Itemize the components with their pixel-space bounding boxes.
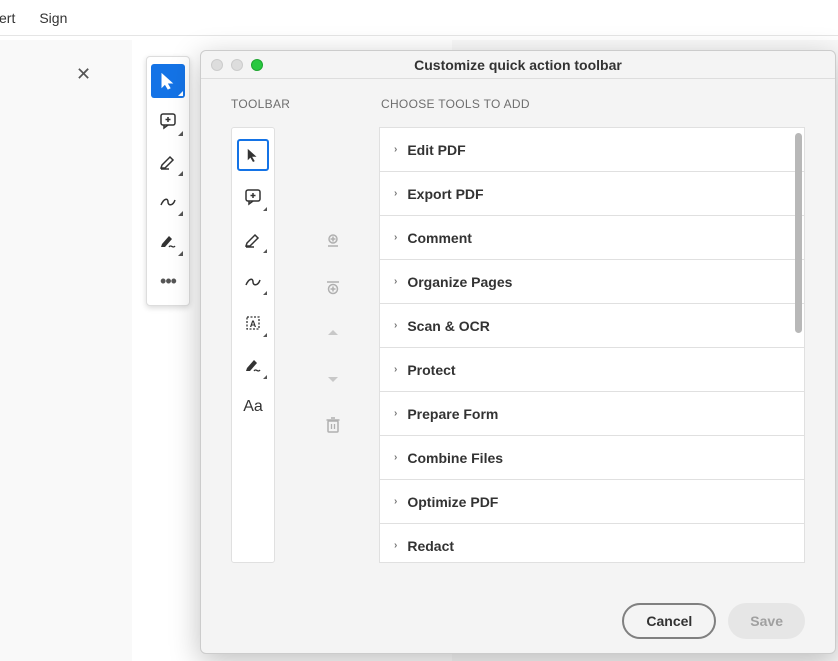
tool-comment[interactable]: › Comment [380,216,804,260]
draw-icon [159,192,177,210]
text-aa-icon: Aa [243,398,263,416]
add-divider-button[interactable] [319,273,347,301]
cursor-icon [160,72,176,90]
menu-convert[interactable]: vert [0,10,15,26]
tool-optimize-pdf[interactable]: › Optimize PDF [380,480,804,524]
window-minimize-button[interactable] [231,59,243,71]
chevron-right-icon: › [394,364,397,375]
chevron-right-icon: › [394,232,397,243]
add-circle-icon [324,278,342,296]
tool-label: Scan & OCR [407,318,489,334]
chevron-down-icon [327,375,339,383]
delete-button[interactable] [319,411,347,439]
chevron-right-icon: › [394,276,397,287]
toolbar-item-sign[interactable] [237,349,269,381]
toolbar-item-add-comment[interactable] [237,181,269,213]
tool-export-pdf[interactable]: › Export PDF [380,172,804,216]
svg-text:A: A [250,319,257,329]
draw-icon [244,272,262,290]
menu-sign[interactable]: Sign [39,10,67,26]
toolbar-item-text-select[interactable]: A [237,307,269,339]
section-label-choose: CHOOSE TOOLS TO ADD [381,97,530,111]
tool-label: Comment [407,230,472,246]
more-icon: ••• [160,271,176,292]
tool-protect[interactable]: › Protect [380,348,804,392]
window-close-button[interactable] [211,59,223,71]
tool-list-container: › Edit PDF › Export PDF › Comment › Organize… [379,127,805,585]
section-label-toolbar: TOOLBAR [231,97,381,111]
available-tools-list[interactable]: › Edit PDF › Export PDF › Comment › Organize… [379,127,805,563]
chevron-up-icon [327,329,339,337]
tool-label: Combine Files [407,450,503,466]
toolbar-item-text[interactable]: Aa [237,391,269,423]
dialog-footer: Cancel Save [231,585,805,639]
save-button[interactable]: Save [728,603,805,639]
tool-more[interactable]: ••• [151,264,185,298]
dialog-titlebar: Customize quick action toolbar [201,51,835,79]
tool-add-comment[interactable] [151,104,185,138]
quick-action-toolbar: ••• [146,56,190,306]
cancel-button[interactable]: Cancel [622,603,716,639]
chevron-right-icon: › [394,188,397,199]
tool-label: Export PDF [407,186,483,202]
move-up-button[interactable] [319,319,347,347]
window-controls [211,59,263,71]
chevron-right-icon: › [394,144,397,155]
tool-sign[interactable] [151,224,185,258]
tool-label: Organize Pages [407,274,512,290]
toolbar-item-highlight[interactable] [237,223,269,255]
current-toolbar-list: A Aa [231,127,275,563]
text-select-icon: A [244,314,262,332]
add-comment-icon [159,112,177,130]
tool-label: Edit PDF [407,142,465,158]
chevron-right-icon: › [394,320,397,331]
tool-prepare-form[interactable]: › Prepare Form [380,392,804,436]
tool-cursor[interactable] [151,64,185,98]
chevron-right-icon: › [394,540,397,551]
sign-icon [244,356,262,374]
tool-label: Optimize PDF [407,494,498,510]
add-stamp-icon [324,232,342,250]
tool-scan-ocr[interactable]: › Scan & OCR [380,304,804,348]
chevron-right-icon: › [394,496,397,507]
trash-icon [325,416,341,434]
tool-edit-pdf[interactable]: › Edit PDF [380,128,804,172]
close-icon[interactable]: ✕ [76,64,91,85]
top-menu: vert Sign [0,0,838,36]
dialog-body: TOOLBAR CHOOSE TOOLS TO ADD [201,79,835,653]
tool-redact[interactable]: › Redact [380,524,804,563]
toolbar-item-draw[interactable] [237,265,269,297]
tool-label: Redact [407,538,454,554]
customize-toolbar-dialog: Customize quick action toolbar TOOLBAR C… [200,50,836,654]
window-zoom-button[interactable] [251,59,263,71]
highlight-icon [159,152,177,170]
chevron-right-icon: › [394,452,397,463]
tool-combine-files[interactable]: › Combine Files [380,436,804,480]
tool-highlight[interactable] [151,144,185,178]
chevron-right-icon: › [394,408,397,419]
toolbar-item-cursor[interactable] [237,139,269,171]
dialog-title: Customize quick action toolbar [201,57,835,73]
tool-label: Prepare Form [407,406,498,422]
move-down-button[interactable] [319,365,347,393]
tool-draw[interactable] [151,184,185,218]
add-to-toolbar-button[interactable] [319,227,347,255]
cursor-icon [246,147,260,163]
sign-icon [159,232,177,250]
tool-organize-pages[interactable]: › Organize Pages [380,260,804,304]
reorder-controls [311,127,355,585]
tool-label: Protect [407,362,455,378]
highlight-icon [244,230,262,248]
add-comment-icon [244,188,262,206]
scrollbar-thumb[interactable] [795,133,802,333]
